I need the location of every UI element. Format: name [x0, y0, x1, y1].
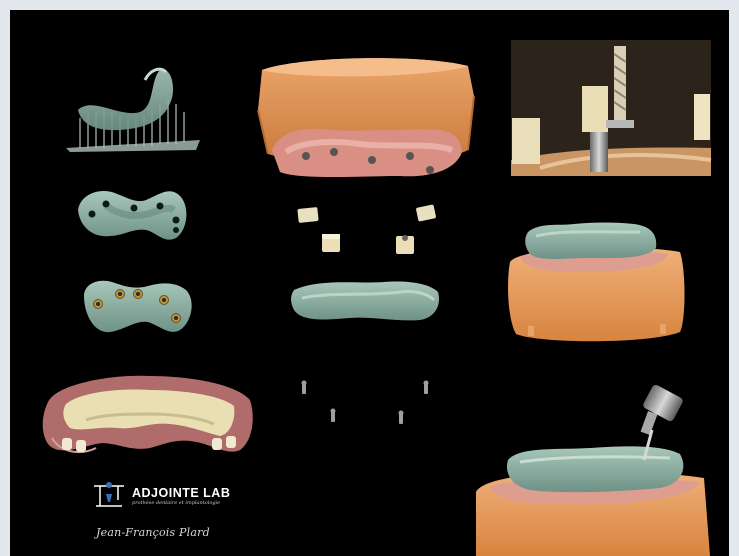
abutments	[297, 204, 436, 254]
slide-frame: ADJOINTE LAB prothèse dentaire et implan…	[0, 0, 739, 556]
brand-block: ADJOINTE LAB prothèse dentaire et implan…	[90, 480, 230, 512]
printed-guide-on-supports	[66, 67, 200, 152]
collage-photos	[42, 40, 712, 556]
author-signature: Jean-François Plard	[96, 526, 210, 539]
resin-bridge	[291, 281, 440, 321]
screws	[301, 380, 429, 424]
abutments-closeup-photo	[511, 40, 712, 176]
resin-guide-with-holes	[78, 190, 187, 240]
brand-tagline: prothèse dentaire et implantologie	[132, 499, 221, 506]
photo-collage: ADJOINTE LAB prothèse dentaire et implan…	[10, 10, 729, 556]
brand-text: ADJOINTE LAB prothèse dentaire et implan…	[132, 486, 230, 507]
guide-on-plaster-model	[508, 222, 685, 342]
plaster-model-top	[257, 58, 475, 177]
denture-arch	[42, 375, 253, 454]
guide-with-metal-sleeves	[84, 280, 192, 333]
lab-logo-icon	[90, 480, 128, 512]
brand-name: ADJOINTE LAB	[132, 485, 231, 500]
guided-drilling-model	[476, 384, 710, 556]
